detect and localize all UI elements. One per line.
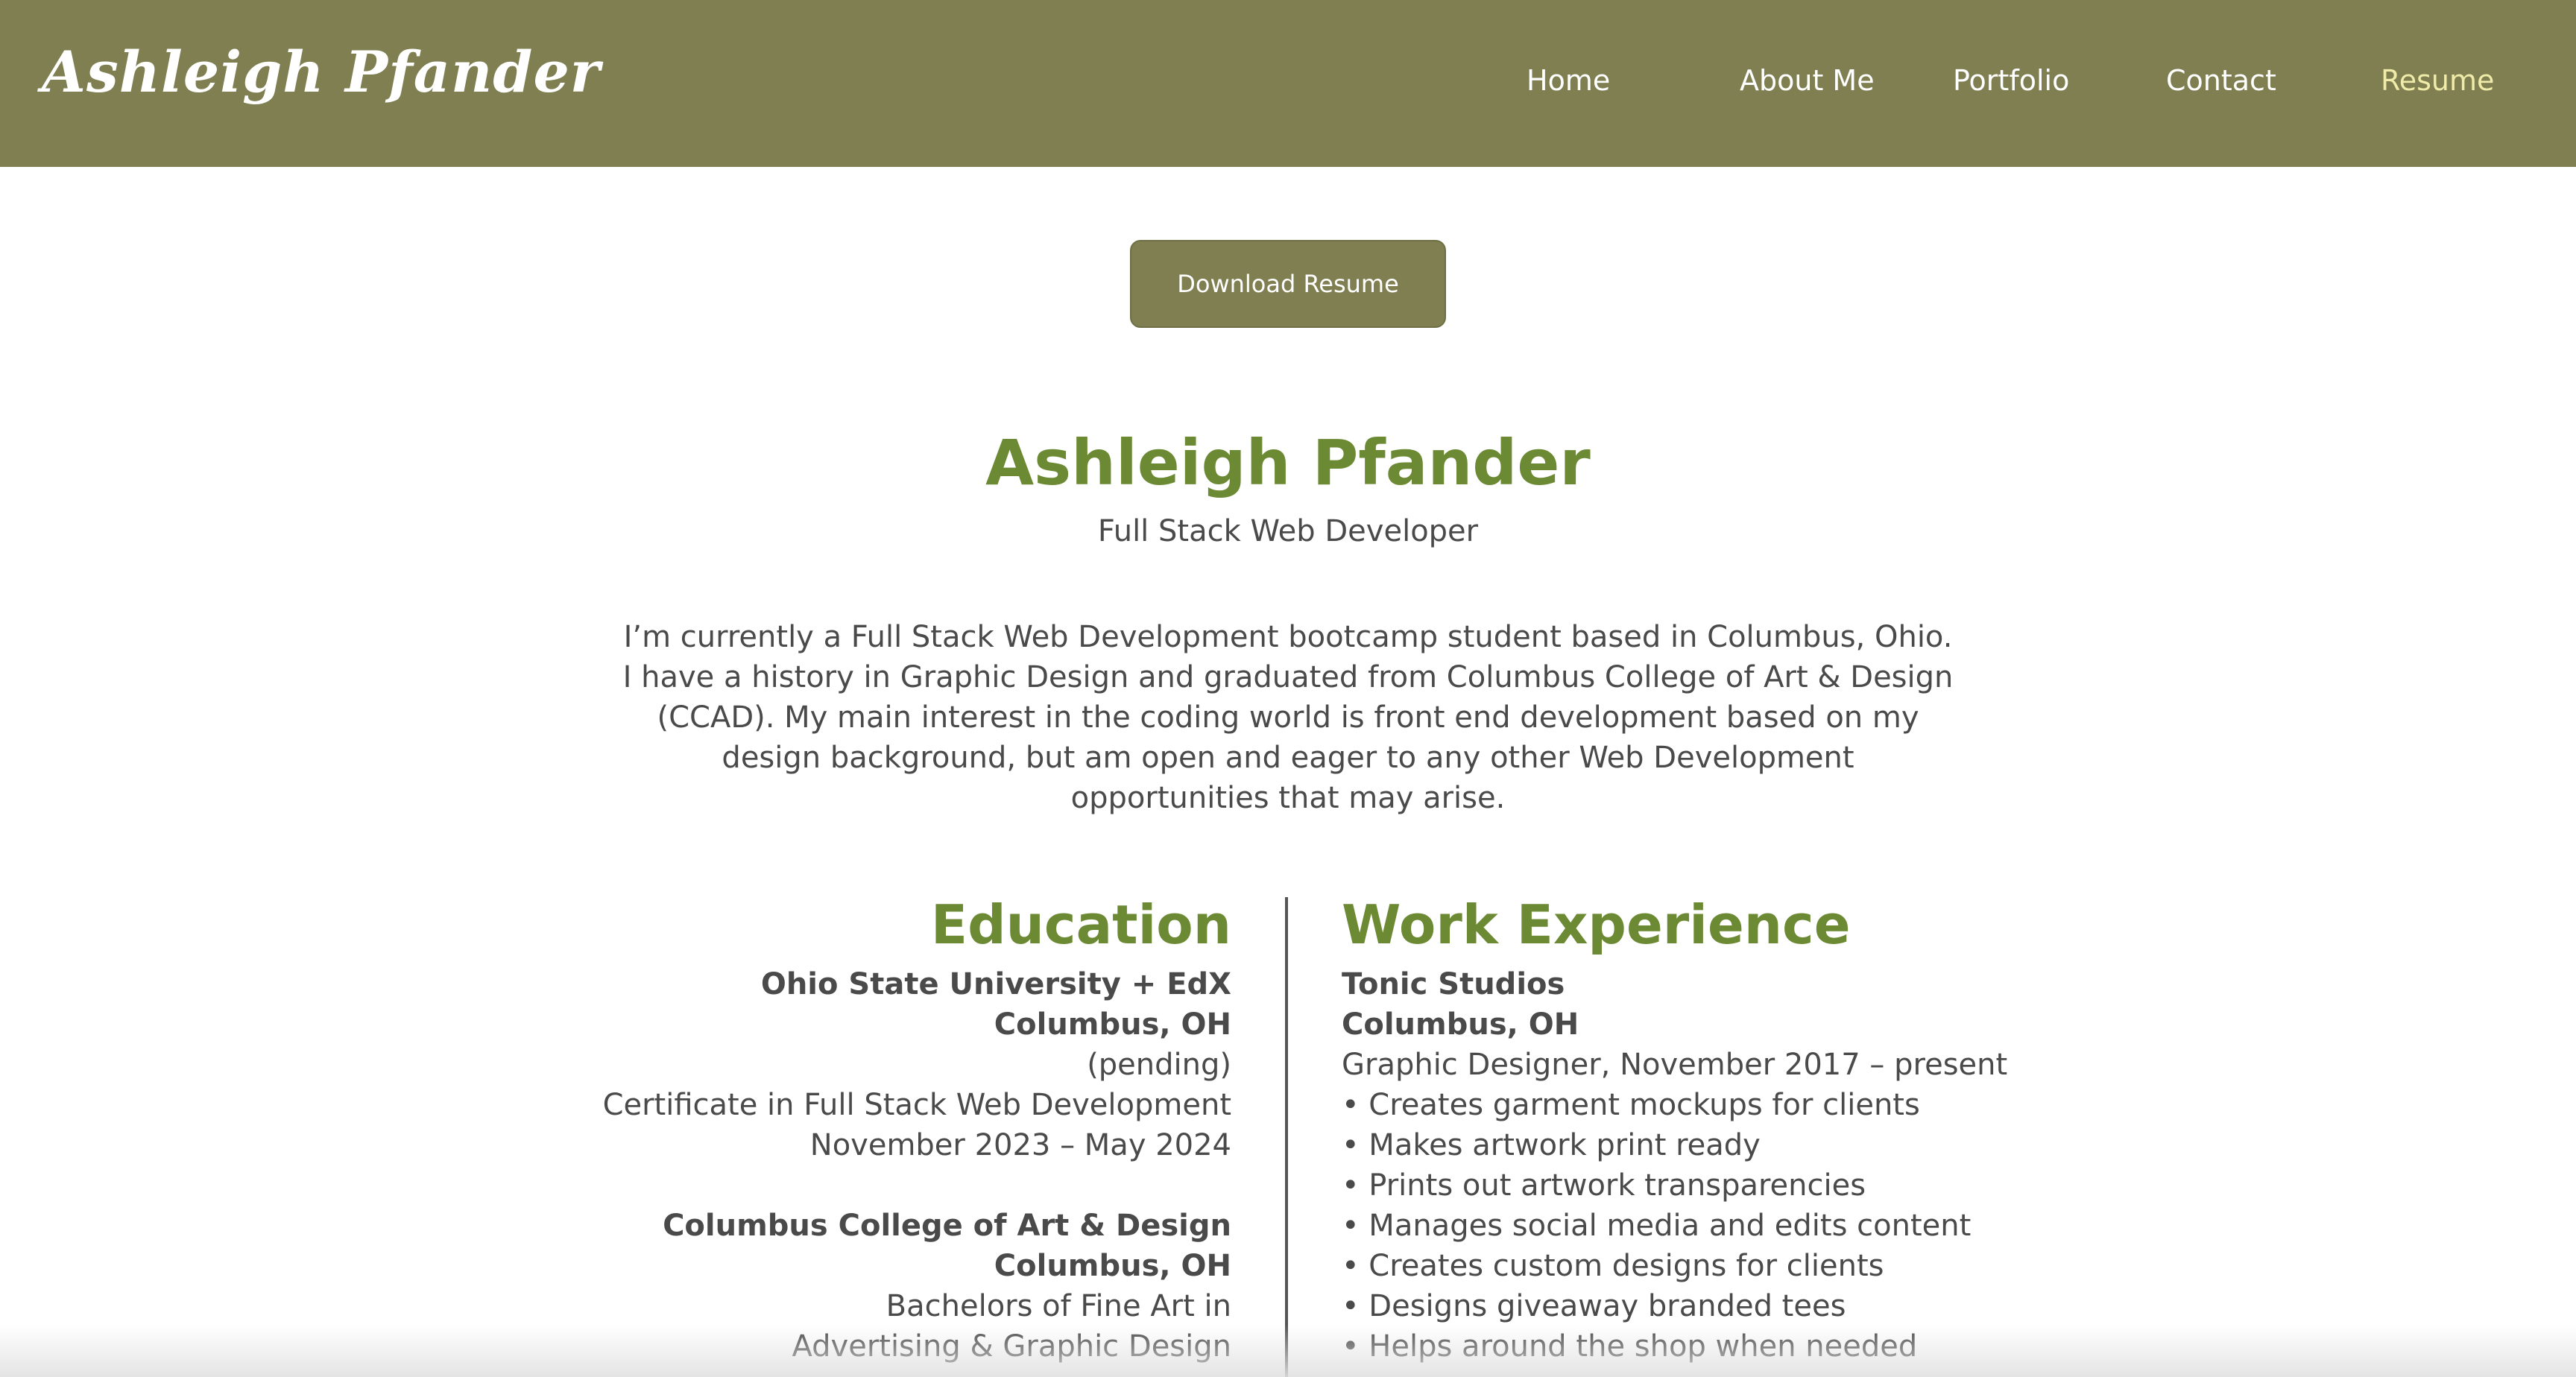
nav-contact[interactable]: Contact	[2166, 64, 2276, 97]
bio-line: design background, but am open and eager…	[722, 741, 1854, 775]
bottom-fade	[0, 1325, 2576, 1377]
nav-home[interactable]: Home	[1527, 64, 1610, 97]
bio-line: I have a history in Graphic Design and g…	[622, 660, 1954, 694]
work-bullet: • Creates custom designs for clients	[1342, 1249, 1884, 1283]
download-resume-button[interactable]: Download Resume	[1130, 240, 1446, 328]
nav-portfolio[interactable]: Portfolio	[1953, 64, 2069, 97]
work-bullet: • Makes artwork print ready	[1342, 1128, 1761, 1162]
education-section: Education Ohio State University + EdX Co…	[603, 890, 1231, 1367]
bio-line: (CCAD). My main interest in the coding w…	[657, 700, 1919, 735]
work-location: Columbus, OH	[1342, 1007, 1579, 1042]
education-detail: November 2023 – May 2024	[809, 1128, 1231, 1162]
column-divider	[1285, 897, 1288, 1377]
work-bullet: • Manages social media and edits content	[1342, 1209, 1972, 1243]
work-bullet: • Prints out artwork transparencies	[1342, 1168, 1866, 1203]
education-detail: (pending)	[1087, 1048, 1231, 1082]
nav-resume[interactable]: Resume	[2381, 64, 2494, 97]
site-header: Ashleigh Pfander Home About Me Portfolio…	[0, 0, 2576, 167]
education-detail: Bachelors of Fine Art in	[886, 1289, 1231, 1323]
work-bullet: • Designs giveaway branded tees	[1342, 1289, 1846, 1323]
bio-line: I’m currently a Full Stack Web Developme…	[623, 620, 1953, 654]
resume-name: Ashleigh Pfander	[985, 426, 1591, 499]
education-detail: Advertising & Graphic Design	[792, 1329, 1231, 1364]
education-school: Columbus College of Art & Design	[663, 1209, 1231, 1243]
work-role: Graphic Designer, November 2017 – presen…	[1342, 1048, 2008, 1082]
education-location: Columbus, OH	[994, 1007, 1231, 1042]
resume-page: Ashleigh Pfander Home About Me Portfolio…	[0, 0, 2576, 1377]
education-detail: Certificate in Full Stack Web Developmen…	[602, 1088, 1231, 1122]
site-logo[interactable]: Ashleigh Pfander	[42, 39, 601, 105]
work-experience-section: Work Experience Tonic Studios Columbus, …	[1342, 890, 2007, 1367]
bio-line: opportunities that may arise.	[1070, 781, 1506, 815]
work-bullet: • Helps around the shop when needed	[1342, 1329, 1918, 1364]
work-company: Tonic Studios	[1342, 967, 1565, 1001]
resume-bio: I’m currently a Full Stack Web Developme…	[596, 617, 1980, 818]
education-school: Ohio State University + EdX	[760, 967, 1231, 1001]
work-experience-heading: Work Experience	[1342, 893, 1851, 956]
resume-title: Full Stack Web Developer	[1097, 514, 1479, 548]
work-bullet: • Creates garment mockups for clients	[1342, 1088, 1920, 1122]
education-heading: Education	[930, 893, 1231, 956]
education-location: Columbus, OH	[994, 1249, 1231, 1283]
nav-about-me[interactable]: About Me	[1740, 64, 1875, 97]
